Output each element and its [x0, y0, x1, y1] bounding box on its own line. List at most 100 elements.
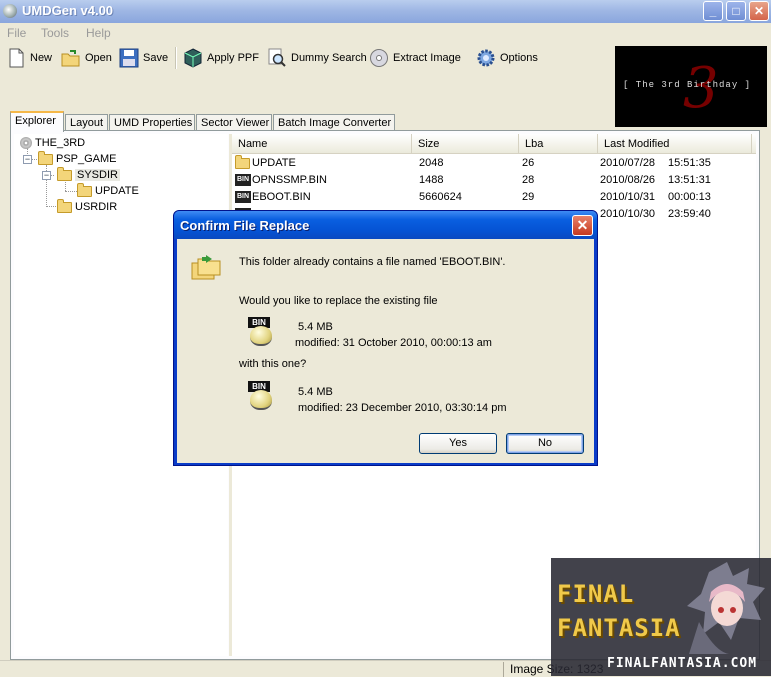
tree-label-the-3rd: THE_3RD [35, 137, 86, 149]
bin-file-icon: BIN [235, 191, 251, 204]
expander-psp-game[interactable]: − [23, 155, 32, 164]
anime-character-figure [687, 562, 765, 654]
watermark-line2: FANTASIA [557, 614, 681, 642]
menu-bar: File Tools Help [0, 23, 771, 43]
dummy-search-button[interactable]: Dummy Search [267, 46, 367, 70]
dialog-question: Would you like to replace the existing f… [239, 295, 438, 307]
tree-label-sysdir: SYSDIR [75, 169, 120, 181]
tab-layout[interactable]: Layout [65, 114, 108, 131]
tab-sector-viewer[interactable]: Sector Viewer [196, 114, 272, 131]
file-date: 2010/07/28 [600, 157, 656, 169]
window-titlebar[interactable]: UMDGen v4.00 _ □ ✕ [0, 0, 771, 23]
tree-node-update[interactable]: UPDATE [77, 182, 139, 197]
banner-text: [ The 3rd Birthday ] [623, 80, 752, 90]
dialog-titlebar[interactable]: Confirm File Replace ✕ [174, 211, 597, 239]
tab-umd-properties[interactable]: UMD Properties [109, 114, 195, 131]
menu-help[interactable]: Help [86, 26, 111, 40]
options-label: Options [500, 52, 538, 64]
dialog-title: Confirm File Replace [180, 218, 310, 233]
tree-node-usrdir[interactable]: USRDIR [57, 198, 118, 213]
expander-sysdir[interactable]: − [42, 171, 51, 180]
file-list-header: Name Size Lba Last Modified [232, 134, 756, 154]
disc-icon [369, 48, 389, 68]
new-label: New [30, 52, 53, 64]
game-banner: 3 [ The 3rd Birthday ] [615, 46, 767, 127]
site-watermark: FINAL FANTASIA FINALFANTASIA.COM [551, 558, 771, 676]
minimize-button[interactable]: _ [703, 1, 723, 21]
open-folder-icon [61, 48, 81, 68]
file-lba: 29 [522, 191, 535, 203]
menu-tools[interactable]: Tools [41, 26, 69, 40]
app-disc-icon [3, 4, 17, 18]
file-date: 2010/08/26 [600, 174, 656, 186]
open-label: Open [85, 52, 112, 64]
folder-icon [57, 166, 72, 181]
file-size: 2048 [419, 157, 444, 169]
extract-image-button[interactable]: Extract Image [369, 46, 461, 70]
tab-batch-image-converter[interactable]: Batch Image Converter [273, 114, 395, 131]
options-button[interactable]: Options [476, 46, 538, 70]
new-button[interactable]: New [6, 46, 52, 70]
dialog-with-this: with this one? [239, 358, 307, 370]
dialog-body: This folder already contains a file name… [177, 239, 594, 463]
magnifier-icon [267, 48, 287, 68]
table-row[interactable]: BIN EBOOT.BIN 5660624 29 2010/10/31 00:00… [232, 189, 756, 206]
save-label: Save [143, 52, 169, 64]
bin-file-icon: BIN [235, 174, 251, 187]
column-last-modified[interactable]: Last Modified [598, 134, 752, 153]
folder-replace-icon [190, 253, 222, 283]
existing-file-modified: modified: 31 October 2010, 00:00:13 am [295, 337, 492, 349]
tree-node-the-3rd[interactable]: THE_3RD [20, 137, 85, 149]
file-name: EBOOT.BIN [252, 191, 311, 203]
toolbar: New Open Save Apply PPF Dummy Search Ext… [0, 43, 615, 73]
existing-file-size: 5.4 MB [298, 321, 333, 333]
dialog-close-button[interactable]: ✕ [572, 215, 593, 236]
apply-ppf-label: Apply PPF [207, 52, 259, 64]
watermark-line1: FINAL [557, 580, 635, 608]
floppy-disk-icon [119, 48, 139, 68]
no-button[interactable]: No [506, 433, 584, 454]
folder-icon [38, 150, 53, 165]
folder-icon [235, 154, 250, 169]
file-name: OPNSSMP.BIN [252, 174, 327, 186]
file-time: 13:51:31 [668, 174, 711, 186]
dummy-search-label: Dummy Search [291, 52, 367, 64]
folder-icon [77, 182, 92, 197]
tab-explorer[interactable]: Explorer [10, 111, 64, 132]
extract-image-label: Extract Image [393, 52, 461, 64]
file-lba: 26 [522, 157, 535, 169]
file-time: 23:59:40 [668, 208, 711, 220]
dialog-message: This folder already contains a file name… [239, 256, 506, 268]
file-date: 2010/10/30 [600, 208, 656, 220]
tree-node-psp-game[interactable]: PSP_GAME [38, 150, 117, 165]
folder-icon [57, 198, 72, 213]
column-name[interactable]: Name [232, 134, 412, 153]
open-button[interactable]: Open [61, 46, 112, 70]
table-row[interactable]: UPDATE 2048 26 2010/07/28 15:51:35 [232, 154, 756, 172]
tree-label-update: UPDATE [95, 185, 139, 197]
apply-ppf-button[interactable]: Apply PPF [183, 46, 259, 70]
maximize-button[interactable]: □ [726, 1, 746, 21]
cube-icon [183, 48, 203, 68]
column-size[interactable]: Size [412, 134, 519, 153]
watermark-url: FINALFANTASIA.COM [607, 656, 758, 671]
table-row[interactable]: BIN OPNSSMP.BIN 1488 28 2010/08/26 13:51:… [232, 172, 756, 189]
file-time: 15:51:35 [668, 157, 711, 169]
confirm-file-replace-dialog: Confirm File Replace ✕ This folder alrea… [173, 210, 598, 466]
yes-button[interactable]: Yes [419, 433, 497, 454]
gear-icon [476, 48, 496, 68]
menu-file[interactable]: File [7, 26, 26, 40]
window-title: UMDGen v4.00 [22, 3, 114, 18]
tree-label-psp-game: PSP_GAME [56, 153, 117, 165]
tree-node-sysdir[interactable]: SYSDIR [57, 166, 120, 181]
close-button[interactable]: ✕ [749, 1, 769, 21]
file-date: 2010/10/31 [600, 191, 656, 203]
file-name: UPDATE [252, 157, 296, 169]
file-lba: 28 [522, 174, 535, 186]
new-document-icon [6, 48, 26, 68]
new-file-size: 5.4 MB [298, 386, 333, 398]
column-lba[interactable]: Lba [519, 134, 598, 153]
tree-label-usrdir: USRDIR [75, 201, 118, 213]
save-button[interactable]: Save [119, 46, 168, 70]
existing-file-icon: BIN [248, 317, 276, 347]
